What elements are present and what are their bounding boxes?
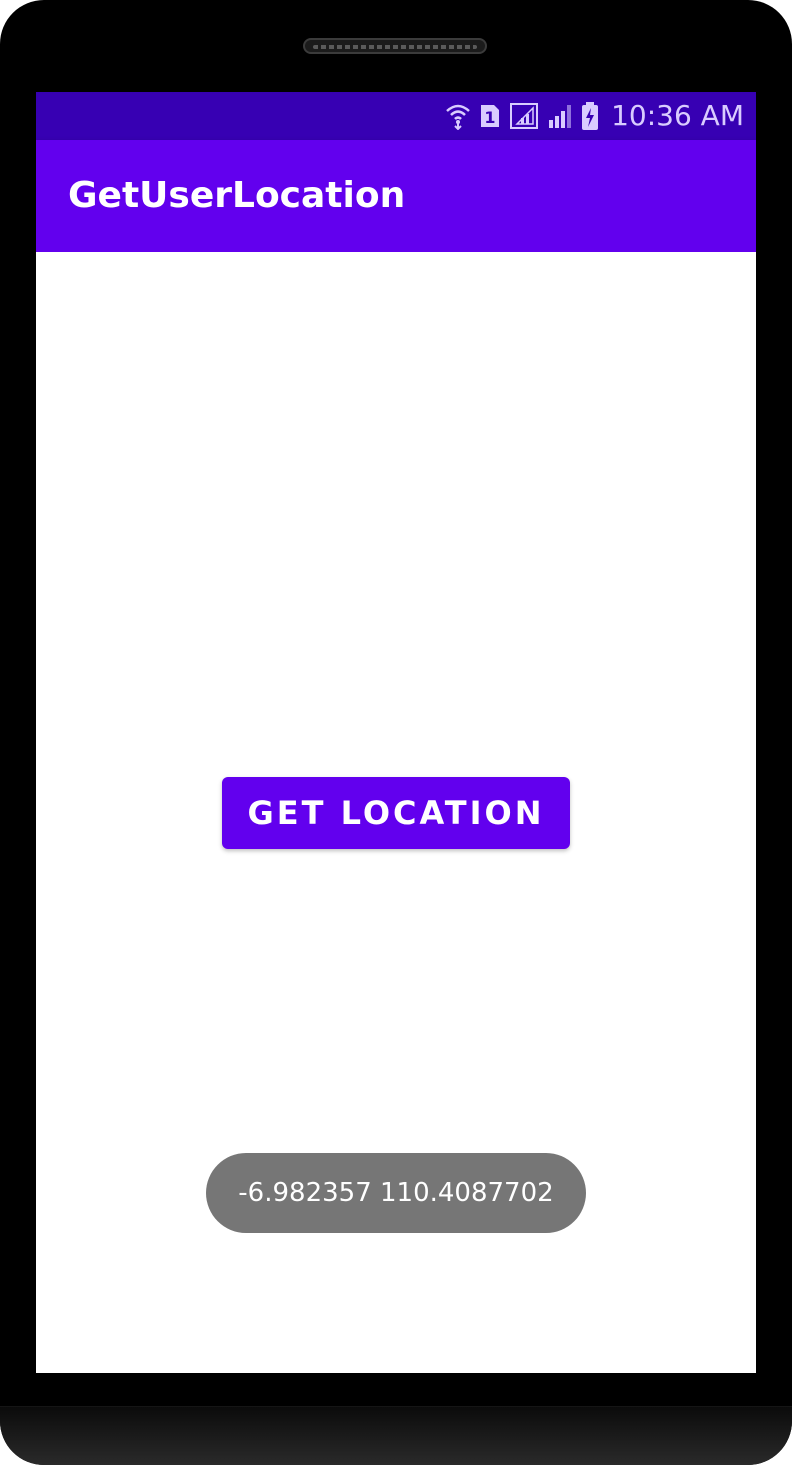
screen: 1 10:36 AM GetUserLocation GET LOCATION … bbox=[36, 92, 756, 1373]
status-bar: 1 10:36 AM bbox=[36, 92, 756, 140]
app-bar: GetUserLocation bbox=[36, 140, 756, 252]
main-content: GET LOCATION -6.982357 110.4087702 bbox=[36, 252, 756, 1373]
signal-icon bbox=[547, 102, 573, 130]
device-bottom-bezel bbox=[0, 1406, 792, 1465]
app-title: GetUserLocation bbox=[68, 175, 406, 216]
status-time: 10:36 AM bbox=[611, 99, 744, 132]
location-toast: -6.982357 110.4087702 bbox=[206, 1153, 586, 1233]
speaker-grille bbox=[303, 38, 487, 54]
get-location-button[interactable]: GET LOCATION bbox=[222, 777, 570, 849]
sim-icon: 1 bbox=[479, 102, 501, 130]
phone-frame: 1 10:36 AM GetUserLocation GET LOCATION … bbox=[0, 0, 792, 1465]
toast-text: -6.982357 110.4087702 bbox=[238, 1178, 554, 1208]
sim-number: 1 bbox=[485, 108, 496, 127]
battery-charging-icon bbox=[581, 101, 599, 131]
signal-icon bbox=[509, 102, 539, 130]
status-icons: 1 10:36 AM bbox=[445, 92, 744, 140]
wifi-icon bbox=[445, 102, 471, 130]
